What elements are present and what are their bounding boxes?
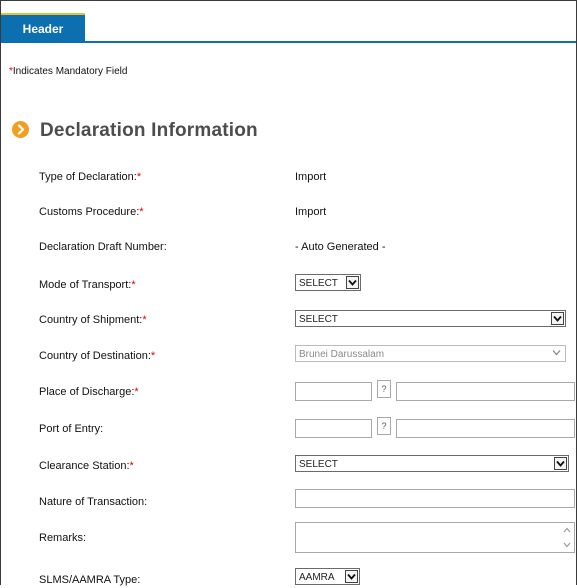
label-country-of-destination: Country of Destination:*: [39, 350, 156, 362]
tab-header[interactable]: Header: [1, 13, 85, 41]
section-title: Declaration Information: [40, 120, 258, 141]
port-of-entry-code-input[interactable]: [295, 419, 372, 438]
label-type-of-declaration: Type of Declaration:*: [39, 171, 142, 183]
mode-of-transport-select[interactable]: SELECT: [295, 274, 361, 291]
remarks-scrollbar[interactable]: [561, 524, 573, 551]
label-port-of-entry: Port of Entry:: [39, 423, 104, 435]
chevron-down-icon: [551, 347, 564, 360]
chevron-down-icon: [345, 570, 358, 583]
chevron-down-icon: [551, 312, 564, 325]
slms-aamra-type-select[interactable]: AAMRA: [295, 568, 360, 585]
value-customs-procedure: Import: [295, 206, 327, 218]
tab-bar: Header: [1, 1, 576, 43]
place-of-discharge-description-input[interactable]: [396, 382, 575, 401]
chevron-down-icon: [554, 457, 567, 470]
place-of-discharge-help-button[interactable]: ?: [377, 380, 391, 398]
nature-of-transaction-input[interactable]: [295, 489, 575, 508]
label-mode-of-transport: Mode of Transport:*: [39, 279, 136, 291]
port-of-entry-help-button[interactable]: ?: [377, 417, 391, 435]
label-remarks: Remarks:: [39, 532, 87, 544]
value-draft-number: - Auto Generated -: [295, 241, 386, 253]
value-type-of-declaration: Import: [295, 171, 327, 183]
place-of-discharge-code-input[interactable]: [295, 382, 372, 401]
mandatory-note-text: Indicates Mandatory Field: [12, 66, 128, 77]
label-nature-of-transaction: Nature of Transaction:: [39, 496, 148, 508]
mandatory-note: *Indicates Mandatory Field: [9, 66, 127, 77]
label-draft-number: Declaration Draft Number:: [39, 241, 167, 253]
label-clearance-station: Clearance Station:*: [39, 460, 134, 472]
remarks-textarea[interactable]: [295, 522, 575, 553]
port-of-entry-description-input[interactable]: [396, 419, 575, 438]
country-of-shipment-select[interactable]: SELECT: [295, 310, 566, 327]
clearance-station-select[interactable]: SELECT: [295, 455, 569, 472]
chevron-right-icon: [12, 121, 29, 138]
label-slms-aamra-type: SLMS/AAMRA Type:: [39, 574, 141, 586]
label-country-of-shipment: Country of Shipment:*: [39, 314, 147, 326]
chevron-down-icon: [346, 276, 359, 289]
label-place-of-discharge: Place of Discharge:*: [39, 386, 139, 398]
label-customs-procedure: Customs Procedure:*: [39, 206, 144, 218]
country-of-destination-select[interactable]: Brunei Darussalam: [295, 345, 566, 362]
